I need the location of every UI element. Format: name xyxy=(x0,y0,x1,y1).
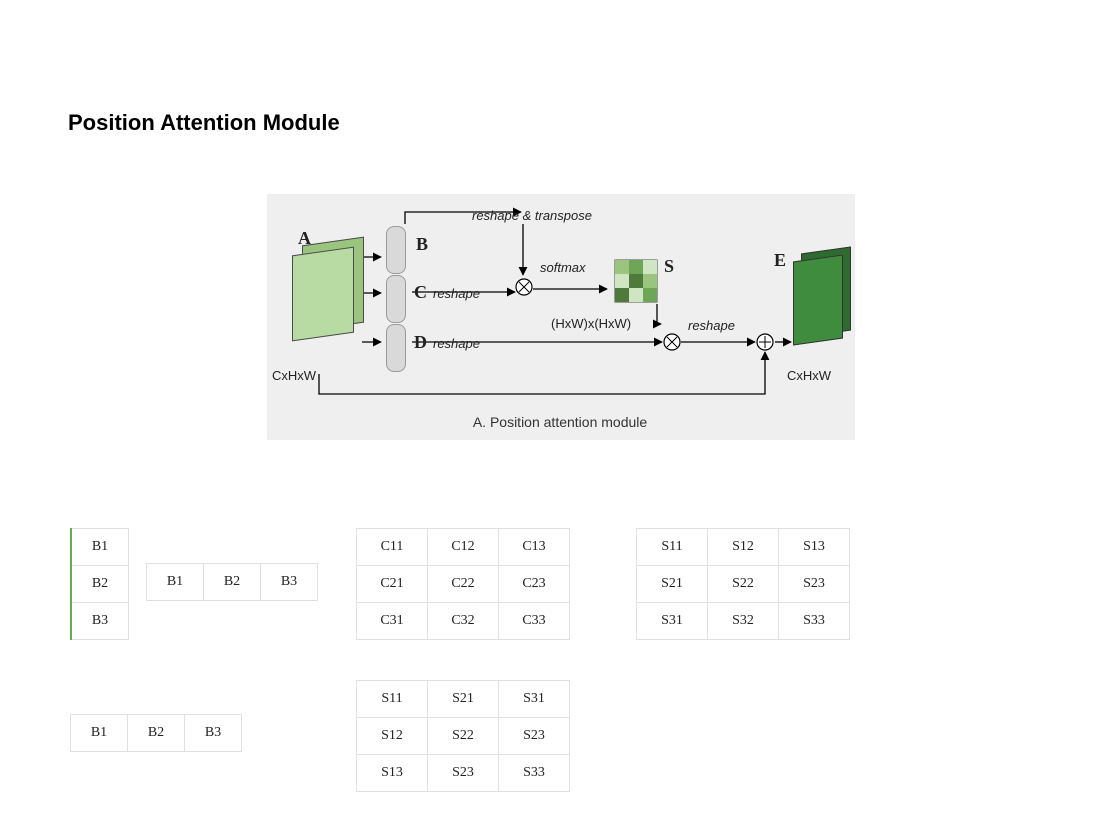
cell: B1 xyxy=(147,564,204,601)
label-reshape-e: reshape xyxy=(688,318,735,333)
tensor-b xyxy=(386,226,406,274)
cell: B3 xyxy=(261,564,318,601)
attention-map-icon xyxy=(615,260,657,302)
cell: S21 xyxy=(637,566,708,603)
cell: S11 xyxy=(637,529,708,566)
matrix-c: C11C12C13 C21C22C23 C31C32C33 xyxy=(356,528,570,640)
cell: S11 xyxy=(357,681,428,718)
dim-a: CxHxW xyxy=(272,368,316,383)
tensor-e xyxy=(793,258,853,348)
cell: C13 xyxy=(499,529,570,566)
label-e: E xyxy=(774,250,786,271)
dim-e: CxHxW xyxy=(787,368,831,383)
cell: S33 xyxy=(779,603,850,640)
add-icon xyxy=(757,334,773,350)
label-reshape-transpose: reshape & transpose xyxy=(472,208,592,223)
cell: B1 xyxy=(71,715,128,752)
vector-b-row-2: B1 B2 B3 xyxy=(70,714,242,752)
label-c: C xyxy=(414,282,427,303)
cell: S13 xyxy=(357,755,428,792)
matmul-icon xyxy=(664,334,680,350)
dim-s: (HxW)x(HxW) xyxy=(551,316,631,331)
cell: B2 xyxy=(128,715,185,752)
matmul-icon xyxy=(516,279,532,295)
cell: S31 xyxy=(637,603,708,640)
cell: B3 xyxy=(185,715,242,752)
cell: S22 xyxy=(708,566,779,603)
vector-b-row: B1 B2 B3 xyxy=(146,563,318,601)
label-reshape-c: reshape xyxy=(433,286,480,301)
cell: S32 xyxy=(708,603,779,640)
cell: C11 xyxy=(357,529,428,566)
cell: C33 xyxy=(499,603,570,640)
cell: C22 xyxy=(428,566,499,603)
cell: S12 xyxy=(357,718,428,755)
cell: C21 xyxy=(357,566,428,603)
cell: B2 xyxy=(204,564,261,601)
cell: S23 xyxy=(428,755,499,792)
page-title: Position Attention Module xyxy=(68,110,340,136)
cell: S31 xyxy=(499,681,570,718)
cell: S13 xyxy=(779,529,850,566)
cell: S12 xyxy=(708,529,779,566)
cell: C31 xyxy=(357,603,428,640)
cell: S33 xyxy=(499,755,570,792)
label-b: B xyxy=(416,234,428,255)
cell: B1 xyxy=(71,529,129,566)
tensor-a xyxy=(292,251,362,341)
vector-b-col: B1 B2 B3 xyxy=(70,528,129,640)
label-a: A xyxy=(298,228,311,249)
cell: C23 xyxy=(499,566,570,603)
cell: S22 xyxy=(428,718,499,755)
cell: S23 xyxy=(499,718,570,755)
label-reshape-d: reshape xyxy=(433,336,480,351)
cell: S23 xyxy=(779,566,850,603)
matrix-s-transpose: S11S21S31 S12S22S23 S13S23S33 xyxy=(356,680,570,792)
cell: S21 xyxy=(428,681,499,718)
cell: C32 xyxy=(428,603,499,640)
label-s: S xyxy=(664,256,674,277)
label-softmax: softmax xyxy=(540,260,586,275)
tensor-c xyxy=(386,275,406,323)
tensor-d xyxy=(386,324,406,372)
matrix-s: S11S12S13 S21S22S23 S31S32S33 xyxy=(636,528,850,640)
cell: B2 xyxy=(71,566,129,603)
label-d: D xyxy=(414,332,427,353)
cell: B3 xyxy=(71,603,129,640)
cell: C12 xyxy=(428,529,499,566)
